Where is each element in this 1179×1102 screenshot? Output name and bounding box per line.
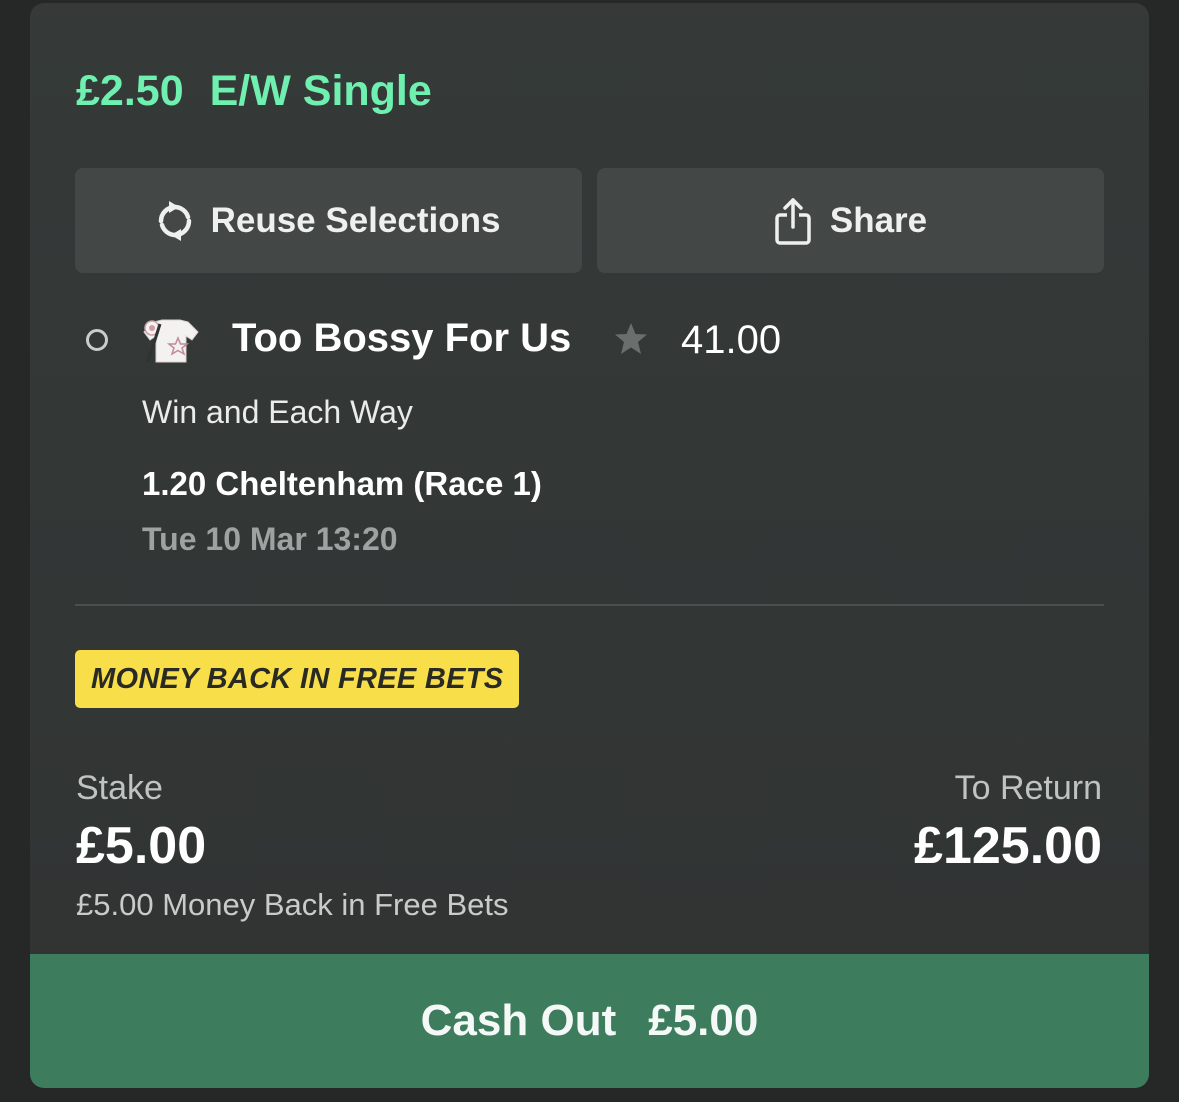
bet-card: £2.50 E/W Single Reuse Selections Share … xyxy=(30,3,1149,1088)
divider xyxy=(75,604,1104,606)
jockey-silks-icon xyxy=(143,319,199,363)
stake-note: £5.00 Money Back in Free Bets xyxy=(76,887,509,922)
promo-badge: MONEY BACK IN FREE BETS xyxy=(75,650,520,708)
cash-out-button[interactable]: Cash Out £5.00 xyxy=(30,954,1149,1088)
selection-odds: 41.00 xyxy=(681,318,782,362)
share-button[interactable]: Share xyxy=(597,168,1104,273)
refresh-icon xyxy=(158,200,191,241)
race-datetime: Tue 10 Mar 13:20 xyxy=(142,521,398,557)
cash-out-amount: £5.00 xyxy=(648,996,759,1045)
bet-header: £2.50 E/W Single xyxy=(76,67,432,116)
stake-value: £5.00 xyxy=(76,817,207,875)
return-label: To Return xyxy=(954,769,1102,807)
reuse-selections-button[interactable]: Reuse Selections xyxy=(75,168,582,273)
cash-out-label: Cash Out xyxy=(420,996,617,1045)
horse-name: Too Bossy For Us xyxy=(232,316,572,360)
selection-radio[interactable] xyxy=(86,329,108,351)
race-name: 1.20 Cheltenham (Race 1) xyxy=(142,465,542,502)
reuse-selections-label: Reuse Selections xyxy=(210,200,501,240)
share-label: Share xyxy=(829,200,928,240)
stake-label: Stake xyxy=(76,769,163,807)
promo-badge-label: MONEY BACK IN FREE BETS xyxy=(91,662,504,695)
share-icon xyxy=(775,197,811,245)
star-icon[interactable] xyxy=(613,321,649,357)
bet-stake-amount: £2.50 xyxy=(76,67,184,115)
bet-type: E/W Single xyxy=(209,67,432,115)
market-name: Win and Each Way xyxy=(142,394,413,430)
return-value: £125.00 xyxy=(914,817,1102,875)
